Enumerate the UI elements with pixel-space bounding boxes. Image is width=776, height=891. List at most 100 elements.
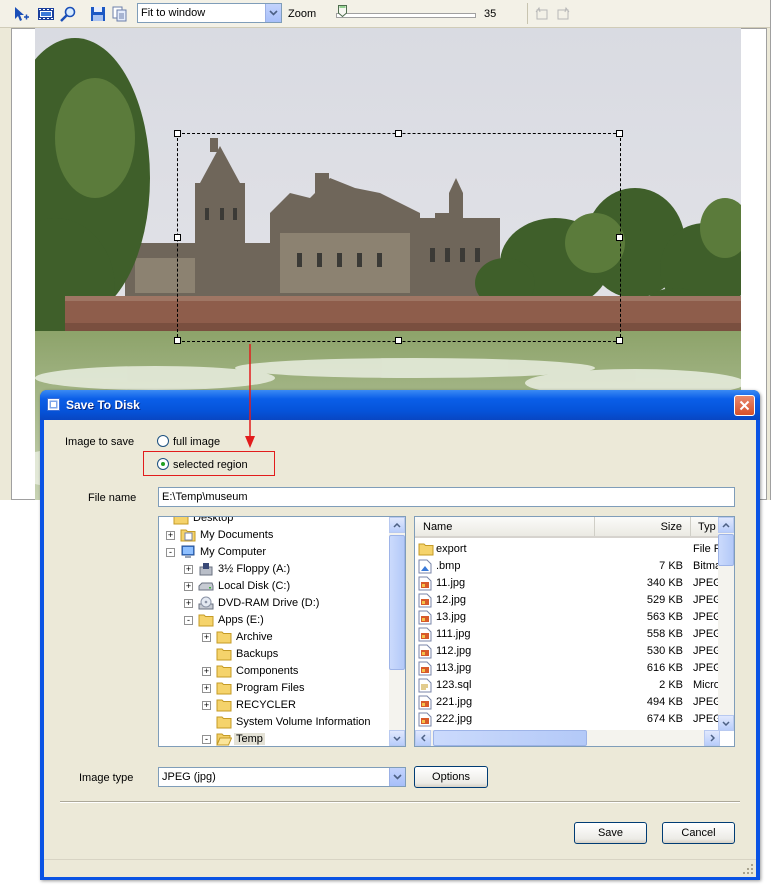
resize-handle-right[interactable] [616, 234, 623, 241]
chevron-down-icon[interactable] [389, 768, 405, 786]
tree-item-label: Temp [234, 733, 265, 745]
file-row[interactable]: .bmp 7 KB Bitmap [415, 558, 720, 575]
expand-icon[interactable]: + [202, 667, 211, 676]
tree-item[interactable]: + RECYCLER [159, 697, 389, 714]
expand-icon[interactable]: + [184, 582, 193, 591]
file-name: 221.jpg [436, 696, 473, 708]
options-button[interactable]: Options [414, 766, 488, 788]
rotate-right-icon[interactable] [552, 3, 573, 24]
file-list-hscrollbar[interactable] [415, 730, 720, 746]
file-list-vscrollbar[interactable] [718, 517, 734, 731]
file-row[interactable]: 123.sql 2 KB Micro [415, 677, 720, 694]
tree-item[interactable]: - My Computer [159, 544, 389, 561]
scroll-down-icon[interactable] [389, 730, 405, 746]
film-icon[interactable] [35, 3, 56, 24]
resize-handle-top[interactable] [395, 130, 402, 137]
expand-icon[interactable]: + [202, 684, 211, 693]
file-row[interactable]: 12.jpg 529 KB JPEG [415, 592, 720, 609]
tree-item[interactable]: + My Documents [159, 527, 389, 544]
tree-item[interactable]: + Program Files [159, 680, 389, 697]
zoom-mode-select[interactable]: Fit to window [137, 3, 282, 23]
resize-handle-bottom[interactable] [395, 337, 402, 344]
file-row[interactable]: 112.jpg 530 KB JPEG [415, 643, 720, 660]
column-size[interactable]: Size [595, 517, 691, 536]
computer-icon [180, 545, 196, 559]
file-list[interactable]: Name Size Typ export File F .bmp 7 KB Bitmap… [414, 516, 735, 747]
collapse-icon[interactable]: - [166, 548, 175, 557]
chevron-down-icon[interactable] [265, 4, 281, 22]
jpeg-file-icon [418, 576, 432, 591]
tree-item[interactable]: +3½ Floppy (A:) [159, 561, 389, 578]
expand-icon[interactable]: + [166, 531, 175, 540]
collapse-icon[interactable]: - [202, 735, 211, 744]
save-disk-icon[interactable] [87, 3, 108, 24]
expand-icon[interactable]: + [202, 701, 211, 710]
file-type: JPEG [693, 713, 720, 725]
options-button-label: Options [432, 771, 470, 783]
tree-item-label: Local Disk (C:) [218, 580, 291, 592]
tree-item[interactable]: System Volume Information [159, 714, 389, 731]
tree-item[interactable]: - Apps (E:) [159, 612, 389, 629]
expand-icon[interactable]: + [184, 565, 193, 574]
selected-region-label[interactable]: selected region [173, 459, 248, 471]
expand-icon[interactable]: + [184, 599, 193, 608]
file-row[interactable]: export File F [415, 541, 720, 558]
scroll-thumb[interactable] [718, 534, 734, 566]
zoom-slider-track[interactable] [336, 13, 476, 18]
zoom-lens-icon[interactable] [57, 3, 78, 24]
scroll-up-icon[interactable] [718, 517, 734, 533]
resize-handle-bottom-left[interactable] [174, 337, 181, 344]
copy-pages-icon[interactable] [109, 3, 130, 24]
file-name: 113.jpg [436, 662, 472, 674]
tree-item[interactable]: Backups [159, 646, 389, 663]
column-name[interactable]: Name [415, 517, 595, 536]
tree-item[interactable]: + Local Disk (C:) [159, 578, 389, 595]
rotate-left-icon[interactable] [531, 3, 552, 24]
scroll-up-icon[interactable] [389, 517, 405, 533]
file-row[interactable]: 113.jpg 616 KB JPEG [415, 660, 720, 677]
save-button[interactable]: Save [574, 822, 647, 844]
expand-icon[interactable]: + [202, 633, 211, 642]
selected-region-radio[interactable] [157, 458, 169, 470]
scroll-left-icon[interactable] [415, 730, 431, 746]
resize-handle-bottom-right[interactable] [616, 337, 623, 344]
cancel-button[interactable]: Cancel [662, 822, 735, 844]
selection-rectangle[interactable] [174, 130, 623, 344]
file-name-input[interactable]: E:\Temp\museum [158, 487, 735, 507]
resize-handle-top-right[interactable] [616, 130, 623, 137]
resize-handle-top-left[interactable] [174, 130, 181, 137]
zoom-slider-thumb[interactable] [338, 5, 347, 17]
file-size: 558 KB [646, 628, 683, 640]
file-type: JPEG [693, 628, 720, 640]
file-name-label: File name [88, 492, 137, 504]
tree-item[interactable]: + Components [159, 663, 389, 680]
file-size: 674 KB [646, 713, 683, 725]
tree-item[interactable]: - Temp [159, 731, 389, 746]
file-row[interactable]: 13.jpg 563 KB JPEG [415, 609, 720, 626]
image-type-select[interactable]: JPEG (jpg) [158, 767, 406, 787]
full-image-label[interactable]: full image [173, 436, 220, 448]
scroll-right-icon[interactable] [704, 730, 720, 746]
folder-tree[interactable]: Desktop + My Documents - My Computer +3½ Flop… [158, 516, 406, 747]
resize-handle-left[interactable] [174, 234, 181, 241]
file-row[interactable]: 222.jpg 674 KB JPEG [415, 711, 720, 728]
select-arrow-icon[interactable] [10, 3, 31, 24]
folder-tree-scrollbar[interactable] [389, 517, 405, 746]
file-row[interactable]: 221.jpg 494 KB JPEG [415, 694, 720, 711]
close-button[interactable] [734, 395, 755, 416]
collapse-icon[interactable]: - [184, 616, 193, 625]
full-image-radio[interactable] [157, 435, 169, 447]
dialog-body: Image to save full image selected region… [44, 420, 756, 877]
tree-item[interactable]: + Archive [159, 629, 389, 646]
file-name: 11.jpg [436, 577, 466, 589]
scroll-thumb[interactable] [433, 730, 587, 746]
file-row[interactable]: 111.jpg 558 KB JPEG [415, 626, 720, 643]
dialog-titlebar[interactable]: Save To Disk [40, 390, 760, 420]
tree-item[interactable]: Desktop [159, 517, 389, 527]
tree-item[interactable]: + DVD-RAM Drive (D:) [159, 595, 389, 612]
status-bar [44, 859, 756, 877]
scroll-down-icon[interactable] [718, 715, 734, 731]
scroll-thumb[interactable] [389, 535, 405, 670]
file-row[interactable]: 11.jpg 340 KB JPEG [415, 575, 720, 592]
resize-grip-icon[interactable] [743, 864, 754, 875]
